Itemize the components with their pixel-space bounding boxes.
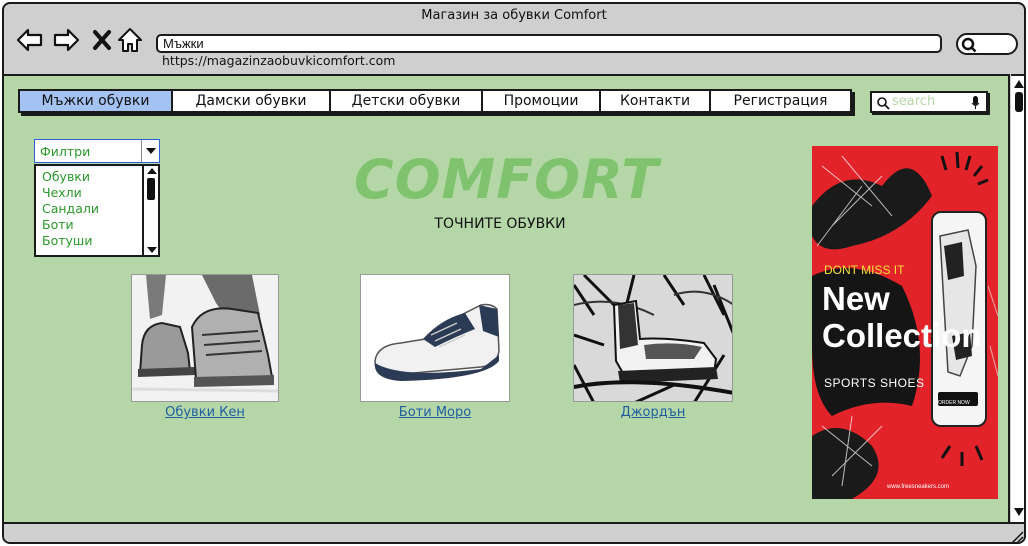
menu-item-women[interactable]: Дамски обувки (173, 91, 331, 111)
product-link[interactable]: Боти Моро (360, 405, 510, 420)
product-card: Боти Моро (360, 274, 512, 424)
product-image[interactable] (360, 274, 510, 402)
stop-button[interactable] (88, 26, 116, 54)
resize-grip-icon[interactable] (1010, 530, 1024, 544)
home-button[interactable] (116, 26, 144, 54)
page-url: https://magazinzaobuvkicomfort.com (162, 53, 396, 68)
brand-logo: COMFORT (354, 148, 660, 211)
product-image[interactable] (573, 274, 733, 402)
menu-item-contacts[interactable]: Контакти (601, 91, 711, 111)
ad-order-button[interactable]: ORDER NOW (938, 400, 970, 406)
filter-dropdown-value: Филтри (40, 144, 91, 159)
filter-dropdown[interactable]: Филтри (34, 139, 160, 163)
filter-list-scrollbar[interactable] (142, 166, 158, 255)
page-content: Мъжки обувки Дамски обувки Детски обувки… (4, 74, 1010, 522)
chevron-down-icon[interactable] (141, 140, 159, 162)
menu-item-registration[interactable]: Регистрация (711, 91, 850, 111)
menu-item-kids[interactable]: Детски обувки (331, 91, 483, 111)
microphone-icon[interactable] (971, 96, 980, 110)
ad-title: New Collection (822, 280, 982, 354)
scroll-thumb[interactable] (147, 178, 155, 200)
ad-title-line: New (822, 280, 890, 317)
browser-window: Магазин за обувки Comfort Мъжки https://… (2, 2, 1026, 544)
menu-item-men[interactable]: Мъжки обувки (20, 91, 173, 111)
product-image[interactable] (131, 274, 279, 402)
site-search-placeholder: search (892, 94, 936, 109)
forward-button[interactable] (52, 26, 80, 54)
close-icon (93, 30, 111, 50)
filter-option[interactable]: Обувки (42, 169, 90, 184)
filter-option[interactable]: Чехли (42, 185, 82, 200)
ad-headline: DONT MISS IT (824, 263, 905, 277)
status-bar (4, 522, 1024, 544)
scroll-thumb[interactable] (1015, 92, 1023, 112)
product-card: Обувки Кен (131, 274, 281, 424)
site-search-input[interactable]: search (870, 91, 988, 113)
scroll-down-icon[interactable] (147, 247, 157, 253)
scroll-up-icon[interactable] (147, 168, 157, 174)
back-button[interactable] (16, 26, 44, 54)
search-icon (961, 37, 977, 53)
address-bar[interactable]: Мъжки (156, 34, 942, 53)
page-scrollbar[interactable] (1011, 74, 1024, 522)
product-link[interactable]: Джордън (573, 405, 733, 420)
scroll-up-icon[interactable] (1014, 80, 1024, 88)
filter-option[interactable]: Ботуши (42, 233, 92, 248)
ad-site: www.freesneakers.com (887, 484, 950, 490)
window-title: Магазин за обувки Comfort (421, 8, 607, 23)
product-card: Джордън (573, 274, 735, 424)
ad-title-line: Collection (822, 317, 982, 354)
arrow-right-icon (53, 28, 80, 52)
browser-search-button[interactable] (956, 33, 1018, 55)
menu-item-promotions[interactable]: Промоции (483, 91, 601, 111)
scroll-down-icon[interactable] (1014, 508, 1024, 516)
filter-options-list: Обувки Чехли Сандали Боти Ботуши (34, 164, 160, 257)
brand-tagline: ТОЧНИТЕ ОБУВКИ (434, 216, 566, 232)
filter-option[interactable]: Сандали (42, 201, 99, 216)
filter-option[interactable]: Боти (42, 217, 74, 232)
search-icon (877, 97, 890, 110)
arrow-left-icon (16, 28, 43, 52)
product-link[interactable]: Обувки Кен (131, 405, 279, 420)
home-icon (118, 28, 142, 52)
ad-subtitle: SPORTS SHOES (824, 376, 925, 390)
ad-banner[interactable]: DONT MISS IT New Collection SPORTS SHOES… (812, 146, 998, 499)
main-menu: Мъжки обувки Дамски обувки Детски обувки… (18, 89, 852, 113)
